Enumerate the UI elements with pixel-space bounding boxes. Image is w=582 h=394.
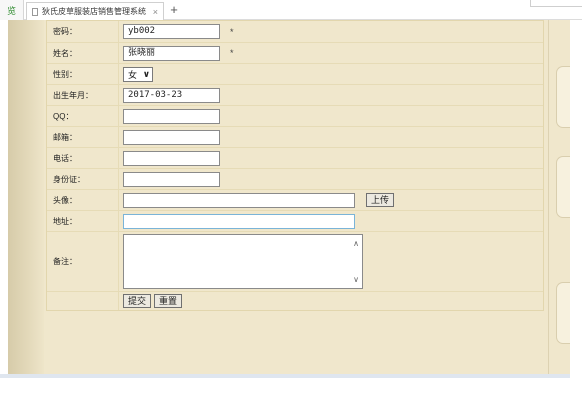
new-tab-button[interactable]: + xyxy=(166,2,182,18)
scroll-down-icon[interactable]: ∨ xyxy=(353,275,359,284)
page-body: 密码： yb002 * 姓名： 张晓丽 * 性别： 女 ∨ 出生年月： 2017… xyxy=(8,20,570,376)
remarks-label: 备注： xyxy=(47,232,119,291)
chevron-down-icon: ∨ xyxy=(142,68,150,79)
page-bottom-border xyxy=(0,374,570,378)
id-card-input[interactable] xyxy=(123,171,220,187)
password-label: 密码： xyxy=(47,21,119,42)
form-row-phone: 电话： xyxy=(47,147,543,168)
qq-label: QQ： xyxy=(47,106,119,126)
form-row-password: 密码： yb002 * xyxy=(47,21,543,42)
browser-tab-bar: 览 狄氏皮草服装店销售管理系统 × + xyxy=(0,0,582,20)
user-edit-form: 密码： yb002 * 姓名： 张晓丽 * 性别： 女 ∨ 出生年月： 2017… xyxy=(46,20,544,311)
name-input[interactable]: 张晓丽 xyxy=(123,45,220,61)
form-row-id-card: 身份证： xyxy=(47,168,543,189)
qq-input[interactable] xyxy=(123,108,220,124)
required-mark: * xyxy=(230,26,234,37)
submit-button[interactable]: 提交 xyxy=(123,294,152,308)
right-panel-handle[interactable] xyxy=(556,282,570,344)
required-mark: * xyxy=(230,48,234,58)
phone-label: 电话： xyxy=(47,148,119,168)
form-row-qq: QQ： xyxy=(47,105,543,126)
window-control-area xyxy=(530,0,582,7)
email-input[interactable] xyxy=(123,129,220,145)
browser-side-tab[interactable]: 览 xyxy=(0,0,24,20)
password-input[interactable]: yb002 xyxy=(123,24,220,39)
page-icon xyxy=(32,7,38,16)
form-row-actions: 提交 重置 xyxy=(47,291,543,310)
form-row-address: 地址： xyxy=(47,210,543,231)
gender-label: 性别： xyxy=(47,64,119,84)
gender-select[interactable]: 女 ∨ xyxy=(123,66,153,82)
birthdate-input[interactable]: 2017-03-23 xyxy=(123,87,220,103)
form-row-name: 姓名： 张晓丽 * xyxy=(47,42,543,63)
form-row-gender: 性别： 女 ∨ xyxy=(47,63,543,84)
tab-title: 狄氏皮草服装店销售管理系统 xyxy=(42,7,146,16)
scroll-up-icon[interactable]: ∧ xyxy=(353,239,359,248)
birthdate-label: 出生年月： xyxy=(47,85,119,105)
form-row-birthdate: 出生年月： 2017-03-23 xyxy=(47,84,543,105)
form-row-avatar: 头像： 上传 xyxy=(47,189,543,210)
address-label: 地址： xyxy=(47,211,119,231)
right-panel-handle[interactable] xyxy=(556,156,570,218)
gender-selected-value: 女 xyxy=(128,69,138,80)
remarks-textarea[interactable]: ∧ ∨ xyxy=(123,234,363,289)
address-input[interactable] xyxy=(123,213,355,229)
upload-button[interactable]: 上传 xyxy=(366,193,395,207)
left-sidebar-shade xyxy=(8,20,44,376)
name-label: 姓名： xyxy=(47,43,119,63)
avatar-label: 头像： xyxy=(47,190,119,210)
form-row-email: 邮箱： xyxy=(47,126,543,147)
form-row-remarks: 备注： ∧ ∨ xyxy=(47,231,543,291)
id-card-label: 身份证： xyxy=(47,169,119,189)
avatar-path-input[interactable] xyxy=(123,192,355,208)
email-label: 邮箱： xyxy=(47,127,119,147)
close-icon[interactable]: × xyxy=(153,7,158,17)
browser-tab[interactable]: 狄氏皮草服装店销售管理系统 × xyxy=(26,2,164,20)
phone-input[interactable] xyxy=(123,150,220,166)
reset-button[interactable]: 重置 xyxy=(154,294,183,308)
actions-label-cell xyxy=(47,292,119,310)
right-panel-handle[interactable] xyxy=(556,66,570,128)
